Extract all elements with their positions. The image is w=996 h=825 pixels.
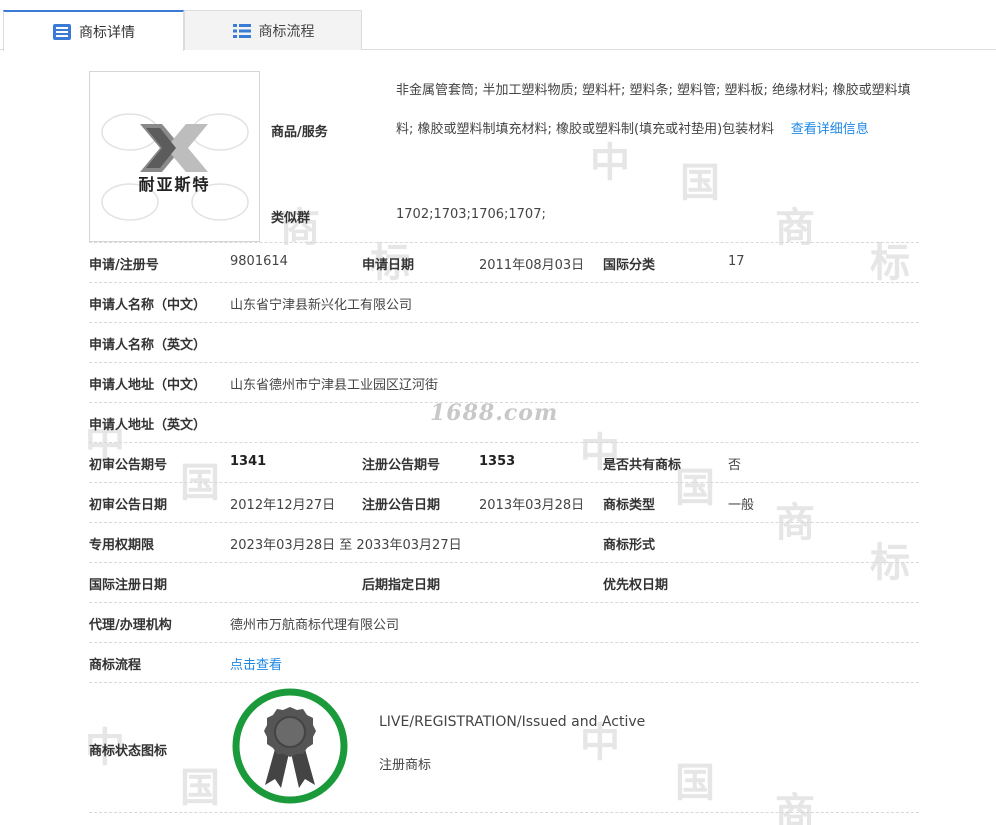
row-divider <box>89 642 919 643</box>
watermark-char: 商 <box>775 499 815 546</box>
row-divider <box>89 242 919 243</box>
address-cn-value: 山东省德州市宁津县工业园区辽河街 <box>230 378 439 393</box>
agent-label: 代理/办理机构 <box>89 618 172 633</box>
prelim-no-value: 1341 <box>230 454 267 469</box>
goods-text: 非金属管套筒; 半加工塑料物质; 塑料杆; 塑料条; 塑料管; 塑料板; 绝缘材… <box>396 71 916 149</box>
list-icon <box>232 22 252 40</box>
watermark-char: 标 <box>870 239 910 286</box>
row-divider <box>89 322 919 323</box>
row-divider <box>89 282 919 283</box>
reg-pub-no-value: 1353 <box>479 454 516 469</box>
tab-trademark-detail[interactable]: 商标详情 <box>3 10 184 51</box>
exclusive-label: 专用权期限 <box>89 538 155 553</box>
reg-no-label: 申请/注册号 <box>89 258 159 273</box>
address-en-label: 申请人地址（英文） <box>89 418 207 433</box>
apply-date-label: 申请日期 <box>362 258 415 273</box>
applicant-cn-value: 山东省宁津县新兴化工有限公司 <box>230 298 413 313</box>
tab-label: 商标详情 <box>79 24 135 41</box>
intl-class-label: 国际分类 <box>603 258 656 273</box>
reg-pub-date-label: 注册公告日期 <box>362 498 441 513</box>
tab-bar: 商标详情 商标流程 <box>0 0 996 51</box>
intl-class-value: 17 <box>728 254 745 269</box>
document-icon <box>52 23 72 41</box>
tab-trademark-flow[interactable]: 商标流程 <box>184 10 362 50</box>
trademark-image: 耐亚斯特 <box>89 71 260 242</box>
goods-label: 商品/服务 <box>271 125 328 140</box>
watermark-char: 国 <box>675 759 715 806</box>
similar-group-value: 1702;1703;1706;1707; <box>396 207 546 222</box>
applicant-en-label: 申请人名称（英文） <box>89 338 207 353</box>
shared-value: 否 <box>728 458 742 473</box>
reg-pub-date-value: 2013年03月28日 <box>479 498 585 513</box>
flow-label: 商标流程 <box>89 658 142 673</box>
tm-form-label: 商标形式 <box>603 538 656 553</box>
watermark-char: 国 <box>180 764 220 811</box>
prelim-no-label: 初审公告期号 <box>89 458 168 473</box>
site-watermark: 1688.com <box>430 400 559 426</box>
agent-value: 德州市万航商标代理有限公司 <box>230 618 400 633</box>
tm-type-value: 一般 <box>728 498 755 513</box>
later-date-label: 后期指定日期 <box>362 578 441 593</box>
status-en-value: LIVE/REGISTRATION/Issued and Active <box>379 714 646 730</box>
row-divider <box>89 562 919 563</box>
view-details-link[interactable]: 查看详细信息 <box>791 122 869 137</box>
trademark-brand-text: 耐亚斯特 <box>138 175 211 194</box>
row-divider <box>89 682 919 683</box>
priority-date-label: 优先权日期 <box>603 578 669 593</box>
watermark-char: 国 <box>680 159 720 206</box>
registered-badge-icon <box>231 687 349 805</box>
row-divider <box>89 482 919 483</box>
applicant-cn-label: 申请人名称（中文） <box>89 298 207 313</box>
reg-pub-no-label: 注册公告期号 <box>362 458 441 473</box>
row-divider <box>89 812 919 813</box>
row-divider <box>89 602 919 603</box>
prelim-date-value: 2012年12月27日 <box>230 498 336 513</box>
exclusive-value: 2023年03月28日 至 2033年03月27日 <box>230 538 462 553</box>
intl-reg-date-label: 国际注册日期 <box>89 578 168 593</box>
row-divider <box>89 442 919 443</box>
apply-date-value: 2011年08月03日 <box>479 258 585 273</box>
similar-group-label: 类似群 <box>271 211 311 226</box>
prelim-date-label: 初审公告日期 <box>89 498 168 513</box>
status-cn-value: 注册商标 <box>379 758 432 773</box>
watermark-char: 标 <box>870 539 910 586</box>
flow-view-link[interactable]: 点击查看 <box>230 654 282 673</box>
reg-no-value: 9801614 <box>230 254 288 269</box>
tm-type-label: 商标类型 <box>603 498 656 513</box>
watermark-char: 商 <box>775 789 815 825</box>
shared-label: 是否共有商标 <box>603 458 682 473</box>
row-divider <box>89 522 919 523</box>
watermark-char: 国 <box>180 459 220 506</box>
tab-label: 商标流程 <box>258 23 315 40</box>
address-cn-label: 申请人地址（中文） <box>89 378 207 393</box>
watermark-char: 商 <box>775 204 815 251</box>
row-divider <box>89 362 919 363</box>
status-icon-label: 商标状态图标 <box>89 744 168 759</box>
